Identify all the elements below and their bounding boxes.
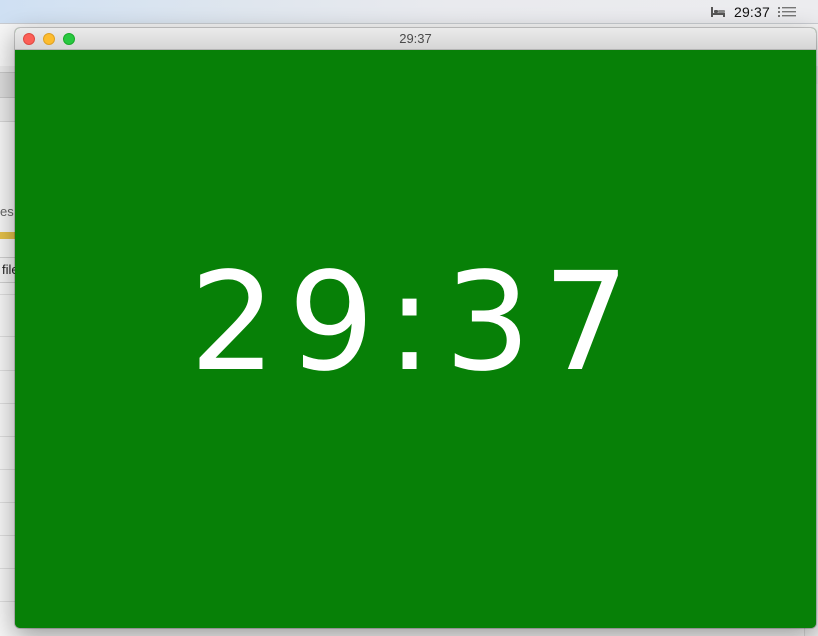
timer-display: 29:37 <box>189 244 642 402</box>
bed-icon[interactable] <box>710 6 726 18</box>
window-title: 29:37 <box>399 31 432 46</box>
menu-bar: 29:37 <box>0 0 818 24</box>
timer-window: 29:37 29:37 <box>15 28 816 628</box>
timer-display-area: 29:37 <box>15 50 816 628</box>
background-side-label: es <box>0 204 14 219</box>
window-titlebar[interactable]: 29:37 <box>15 28 816 50</box>
list-icon[interactable] <box>778 6 796 18</box>
menu-bar-extras: 29:37 <box>710 0 796 24</box>
desktop: 29:37 es file 29:37 29:37 <box>0 0 818 636</box>
menu-bar-clock[interactable]: 29:37 <box>734 4 770 20</box>
